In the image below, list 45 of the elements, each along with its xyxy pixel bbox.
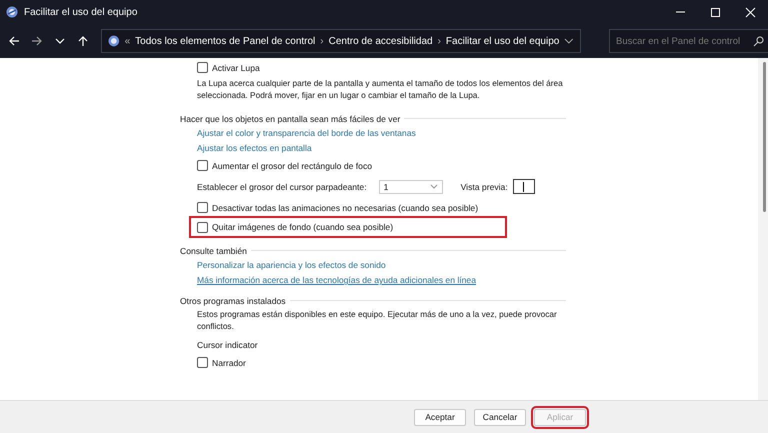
preview-label: Vista previa:	[460, 182, 508, 192]
checkbox-label[interactable]: Aumentar el grosor del rectángulo de foco	[212, 160, 372, 170]
scrollbar[interactable]	[758, 58, 768, 400]
search-icon[interactable]	[753, 36, 764, 47]
checkbox-label[interactable]: Desactivar todas las animaciones no necesarias (cuando sea posible)	[212, 202, 478, 212]
link[interactable]: Ajustar los efectos en pantalla	[197, 141, 312, 156]
dialog-button[interactable]: Aceptar	[414, 408, 466, 426]
breadcrumb-separator: ›	[438, 36, 441, 46]
close-button[interactable]	[745, 6, 756, 18]
control-panel-icon	[6, 6, 18, 18]
checkbox-label[interactable]: Narrador	[212, 358, 246, 368]
maximize-button[interactable]	[710, 6, 721, 18]
up-arrow-icon[interactable]	[77, 35, 89, 47]
program-name: Cursor indicator	[197, 339, 259, 352]
forward-arrow-icon[interactable]	[31, 35, 43, 47]
section-heading: Otros programas instalados	[180, 296, 286, 306]
link[interactable]: Ajustar el color y transparencia del borde de las ventanas	[197, 126, 416, 141]
breadcrumb-separator: ›	[320, 36, 324, 46]
link[interactable]: Personalizar la apariencia y los efectos de sonido	[197, 258, 386, 273]
checkbox[interactable]	[197, 202, 208, 213]
cursor-width-dropdown[interactable]: 1	[378, 180, 443, 194]
checkbox-label[interactable]: Activar Lupa	[212, 62, 260, 72]
checkbox[interactable]	[197, 222, 208, 232]
dialog-button[interactable]: Cancelar	[474, 408, 526, 426]
checkbox[interactable]	[197, 160, 208, 171]
control-panel-icon	[108, 35, 120, 47]
cursor-width-label: Establecer el grosor del cursor parpadeante:	[197, 182, 367, 192]
section-heading: Consulte también	[180, 246, 247, 256]
window-title: Facilitar el uso del equipo	[24, 6, 138, 18]
address-bar[interactable]: « Todos los elementos de Panel de control › Centro de accesibilidad › Facilitar el uso del equipo	[101, 29, 581, 53]
checkbox[interactable]	[197, 62, 208, 73]
overflow-chevron[interactable]: «	[124, 36, 130, 46]
link[interactable]: Más información acerca de las tecnologías de ayuda adicionales en línea	[197, 273, 476, 288]
checkbox[interactable]	[197, 357, 208, 368]
back-arrow-icon[interactable]	[8, 35, 20, 47]
section-heading: Hacer que los objetos en pantalla sean más fáciles de ver	[180, 114, 400, 124]
description-text: La Lupa acerca cualquier parte de la pantalla y aumenta el tamaño de todos los elementos del área seleccionada. Podrá mover, fijar en un lugar o cambiar el tamaño de la Lupa.	[197, 77, 564, 101]
chevron-down-icon	[430, 184, 438, 189]
checkbox-label[interactable]: Quitar imágenes de fondo (cuando sea posible)	[212, 222, 394, 232]
description-text: Estos programas están disponibles en este equipo. Ejecutar más de uno a la vez, puede provocar conflictos.	[197, 308, 558, 332]
breadcrumb-item[interactable]: Centro de accesibilidad	[328, 36, 433, 46]
breadcrumb-item[interactable]: Facilitar el uso del equipo	[446, 36, 560, 46]
search-field[interactable]: Buscar en el Panel de control	[609, 29, 768, 53]
cursor-preview	[512, 179, 535, 194]
breadcrumb-item[interactable]: Todos los elementos de Panel de control	[135, 36, 316, 46]
